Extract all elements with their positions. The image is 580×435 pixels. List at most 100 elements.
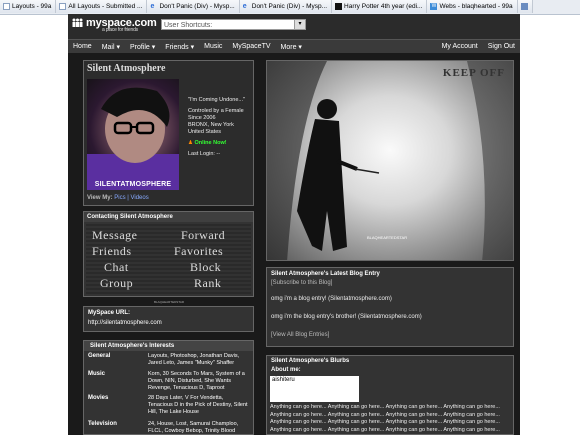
forward-button[interactable]: Forward xyxy=(181,228,225,243)
profile-since: Since 2006 xyxy=(188,115,216,121)
browser-tab-label: Don't Panic (Div) - Mysp... xyxy=(251,3,328,10)
hp-icon xyxy=(335,3,343,10)
blurbs-title: Silent Atmosphere's Blurbs xyxy=(271,358,350,364)
myspace-people-icon xyxy=(72,18,83,27)
block-button[interactable]: Block xyxy=(190,260,221,275)
blog-entry-link[interactable]: omg i'm the blog entry's brother! (Silen… xyxy=(271,314,422,320)
interest-row: Movies 28 Days Later, V For Vendetta, Te… xyxy=(88,395,250,415)
about-me-box: aishiteru xyxy=(270,376,359,402)
interest-key: Music xyxy=(88,371,106,377)
silhouette-figure xyxy=(267,61,513,260)
nav-right: My Account Sign Out xyxy=(437,43,520,50)
site-header: myspace.com a place for friends User Sho… xyxy=(68,14,520,39)
browser-tab[interactable] xyxy=(517,0,533,13)
im-chat-button[interactable]: Chat xyxy=(104,260,129,275)
nav-music[interactable]: Music xyxy=(199,43,227,50)
interests-title: Silent Atmosphere's Interests xyxy=(84,341,253,351)
send-message-button[interactable]: Message xyxy=(92,228,138,243)
browser-tab-label: Webs - blaqhearted - 99a xyxy=(439,3,513,10)
add-group-button[interactable]: Group xyxy=(100,276,133,291)
online-now-badge: Online Now! xyxy=(194,140,227,146)
profile-quote: "I'm Coming Undone..." xyxy=(188,97,245,103)
page-icon xyxy=(59,3,67,10)
blog-entry-link[interactable]: omg i'm a blog entry! (Silentatmosphere.… xyxy=(271,296,392,302)
browser-tab[interactable]: Layouts - 99a xyxy=(0,0,57,13)
interest-row: Television 24, House, Lost, Samurai Cham… xyxy=(88,421,250,435)
online-person-icon: ♟ xyxy=(188,140,193,146)
about-me-label: About me: xyxy=(271,367,301,373)
browser-tab-label: Layouts - 99a xyxy=(12,3,52,10)
profile-info: "I'm Coming Undone..." Controled by a Fe… xyxy=(188,97,254,162)
browser-tab[interactable]: e Don't Panic (Div) - Mysp... xyxy=(147,0,240,13)
about-me-value: aishiteru xyxy=(272,377,295,383)
blurbs-box: Silent Atmosphere's Blurbs About me: ais… xyxy=(266,355,514,435)
contact-grid: Message Forward Friends Favorites Chat B… xyxy=(86,224,251,304)
nav-friends[interactable]: Friends ▾ xyxy=(160,43,199,51)
nav-home[interactable]: Home xyxy=(68,43,97,50)
url-value[interactable]: http://silentatmosphere.com xyxy=(88,320,162,326)
interest-value: 24, House, Lost, Samurai Champloo, FLCL,… xyxy=(148,421,239,434)
ie-icon: e xyxy=(150,3,155,10)
interest-key: General xyxy=(88,353,111,359)
browser-tab[interactable]: All Layouts - Submitted ... xyxy=(56,0,148,13)
view-my-label: View My: xyxy=(87,195,113,201)
nav-profile[interactable]: Profile ▾ xyxy=(125,43,160,51)
interest-row: Music Korn, 30 Seconds To Mars, System o… xyxy=(88,371,250,391)
add-favorites-button[interactable]: Favorites xyxy=(174,244,223,259)
contacting-box: Contacting Silent Atmosphere Message For… xyxy=(83,211,254,304)
page-icon xyxy=(3,3,10,10)
browser-tab[interactable]: e Don't Panic (Div) - Mysp... xyxy=(239,0,333,13)
view-all-blog-link[interactable]: [View All Blog Entries] xyxy=(271,332,329,338)
profile-controlled: Controled by a Female xyxy=(188,108,244,114)
myspace-url-box: MySpace URL: http://silentatmosphere.com xyxy=(83,306,254,332)
online-status: ♟ Online Now! xyxy=(188,140,254,147)
blog-title: Silent Atmosphere's Latest Blog Entry xyxy=(271,271,380,277)
shortcuts-label: User Shortcuts: xyxy=(164,22,213,29)
profile-details: Controled by a Female Since 2006 BRONX, … xyxy=(188,108,254,136)
interest-value: 28 Days Later, V For Vendetta, Tenacious… xyxy=(148,395,248,415)
browser-tab[interactable]: W Webs - blaqhearted - 99a xyxy=(427,0,518,13)
contacting-title: Contacting Silent Atmosphere xyxy=(84,212,253,222)
keep-off-sign: KEEP OFF xyxy=(442,67,505,79)
interest-key: Television xyxy=(88,421,117,427)
webs-icon: W xyxy=(430,3,438,10)
blog-box: Silent Atmosphere's Latest Blog Entry [S… xyxy=(266,267,514,347)
user-shortcuts-select[interactable]: User Shortcuts: ▾ xyxy=(161,19,306,30)
nav-mail[interactable]: Mail ▾ xyxy=(97,43,125,51)
browser-tab-label: Don't Panic (Div) - Mysp... xyxy=(159,3,235,10)
browser-tab-strip: Layouts - 99a All Layouts - Submitted ..… xyxy=(0,0,580,15)
profile-name: Silent Atmosphere xyxy=(87,63,166,74)
browser-tab-label: All Layouts - Submitted ... xyxy=(68,3,143,10)
browser-tab-label: Harry Potter 4th year (edi... xyxy=(344,3,423,10)
interest-key: Movies xyxy=(88,395,109,401)
profile-country: United States xyxy=(188,129,222,135)
main-profile-image: KEEP OFF BLAQHEARTEDSTAR xyxy=(266,60,514,261)
browser-tab[interactable]: Harry Potter 4th year (edi... xyxy=(332,0,428,13)
subscribe-blog-link[interactable]: [Subscribe to this Blog] xyxy=(271,280,332,286)
rank-button[interactable]: Rank xyxy=(194,276,221,291)
profile-photo[interactable]: SILENTATMOSPHERE xyxy=(87,79,179,190)
image-signature: BLAQHEARTEDSTAR xyxy=(367,235,408,240)
contact-signature: BLAQHEARTEDSTAR xyxy=(154,300,185,304)
profile-photo-art xyxy=(87,87,179,190)
page-icon xyxy=(520,3,528,10)
view-my-links[interactable]: Pics | Videos xyxy=(114,195,148,201)
url-label: MySpace URL: xyxy=(88,310,131,316)
myspace-logo[interactable]: myspace.com a place for friends xyxy=(86,17,157,33)
nav-myspacetv[interactable]: MySpaceTV xyxy=(227,43,275,50)
interest-value: Korn, 30 Seconds To Mars, System of a Do… xyxy=(148,371,245,391)
interests-box: Silent Atmosphere's Interests General La… xyxy=(83,340,254,435)
ie-icon: e xyxy=(242,3,247,10)
profile-box: Silent Atmosphere SILENTATMOSPHERE "I'm … xyxy=(83,60,254,206)
nav-more[interactable]: More ▾ xyxy=(276,43,307,51)
chevron-down-icon[interactable]: ▾ xyxy=(294,20,305,29)
nav-sign-out[interactable]: Sign Out xyxy=(483,43,520,50)
last-login: Last Login: -- xyxy=(188,151,221,157)
nav-my-account[interactable]: My Account xyxy=(437,43,483,50)
view-my: View My: Pics | Videos xyxy=(87,195,149,201)
main-nav: Home Mail ▾ Profile ▾ Friends ▾ Music My… xyxy=(68,39,520,53)
add-friends-button[interactable]: Friends xyxy=(92,244,132,259)
interest-row: General Layouts, Photoshop, Jonathan Dav… xyxy=(88,353,250,367)
interest-value: Layouts, Photoshop, Jonathan Davis, Jare… xyxy=(148,353,240,366)
photo-caption: SILENTATMOSPHERE xyxy=(94,181,172,188)
